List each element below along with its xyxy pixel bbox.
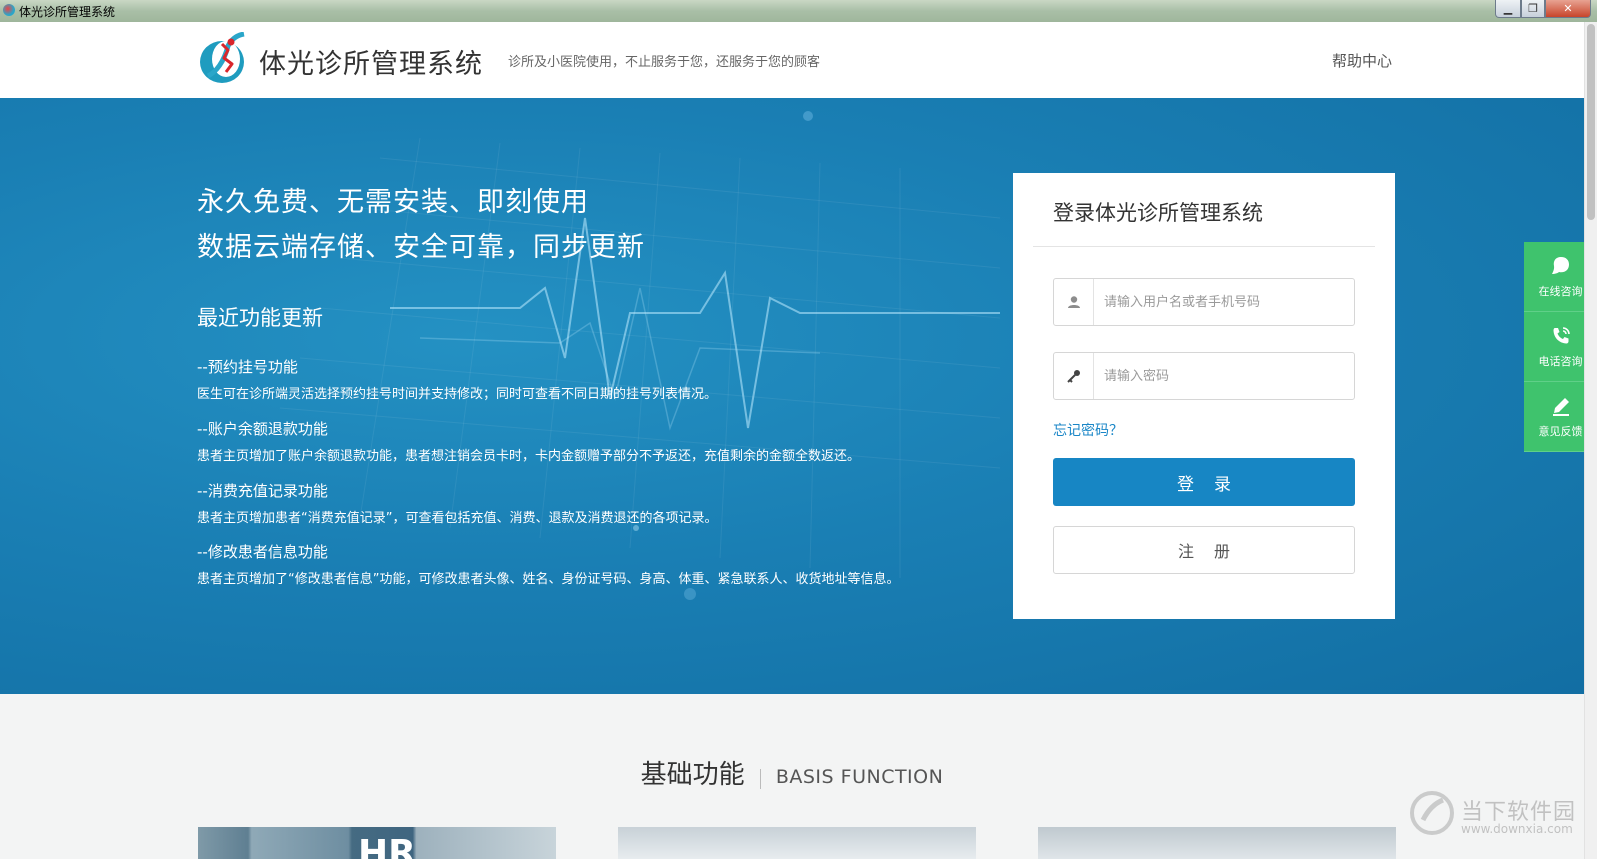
feature-card[interactable]: [1038, 827, 1396, 859]
brand-title: 体光诊所管理系统: [259, 49, 483, 80]
feature-card[interactable]: HR: [198, 827, 556, 859]
hero-heading-2: 数据云端存储、安全可靠，同步更新: [197, 232, 645, 263]
feature-card-hr-text: HR: [358, 833, 416, 859]
update-item: --消费充值记录功能 患者主页增加患者“消费充值记录”，可查看包括充值、消费、退…: [197, 480, 717, 526]
update-desc: 患者主页增加了“修改患者信息”功能，可修改患者头像、姓名、身份证号码、身高、体重…: [197, 572, 900, 587]
feature-card[interactable]: [618, 827, 976, 859]
scrollbar-thumb[interactable]: [1587, 24, 1595, 220]
brand-slogan: 诊所及小医院使用，不止服务于您，还服务于您的顾客: [508, 55, 821, 70]
watermark: 当下软件园 www.downxia.com: [1409, 790, 1579, 840]
username-input[interactable]: [1104, 291, 1344, 313]
features-title-separator: [759, 768, 761, 789]
update-name: --修改患者信息功能: [197, 543, 328, 561]
watermark-en: www.downxia.com: [1461, 822, 1573, 836]
update-name: --预约挂号功能: [197, 358, 298, 376]
side-item-label: 电话咨询: [1538, 354, 1583, 368]
hero-heading-1: 永久免费、无需安装、即刻使用: [197, 187, 589, 218]
maximize-button[interactable]: ❐: [1521, 0, 1545, 18]
update-name: --账户余额退款功能: [197, 420, 328, 438]
update-desc: 患者主页增加患者“消费充值记录”，可查看包括充值、消费、退款及消费退还的各项记录…: [197, 511, 718, 526]
side-item-label: 意见反馈: [1538, 424, 1583, 438]
password-field: [1053, 352, 1355, 400]
app-icon: [3, 4, 15, 16]
close-button[interactable]: ✕: [1545, 0, 1591, 18]
minimize-button[interactable]: ▁: [1495, 0, 1521, 18]
update-name: --消费充值记录功能: [197, 482, 328, 500]
login-card: 登录体光诊所管理系统 忘记密码？ 登录 注册: [1013, 173, 1395, 619]
update-desc: 医生可在诊所端灵活选择预约挂号时间并支持修改；同时可查看不同日期的挂号列表情况。: [197, 387, 718, 402]
window-title-bar: 体光诊所管理系统 ▁ ❐ ✕: [0, 0, 1597, 22]
update-item: --账户余额退款功能 患者主页增加了账户余额退款功能，患者想注销会员卡时，卡内金…: [197, 418, 860, 464]
window-controls: ▁ ❐ ✕: [1495, 0, 1591, 18]
update-desc: 患者主页增加了账户余额退款功能，患者想注销会员卡时，卡内金额赠予部分不予返还，充…: [197, 449, 861, 464]
updates-title: 最近功能更新: [197, 306, 323, 330]
chat-bubble-icon: [1551, 256, 1569, 274]
login-button[interactable]: 登录: [1053, 458, 1355, 506]
clinic-logo-icon: [200, 32, 245, 83]
site-header: 体光诊所管理系统 诊所及小医院使用，不止服务于您，还服务于您的顾客 帮助中心: [0, 22, 1584, 98]
user-icon: [1054, 279, 1094, 325]
password-input[interactable]: [1104, 365, 1344, 387]
login-divider: [1033, 246, 1375, 247]
features-title-en: BASIS FUNCTION: [775, 766, 944, 788]
features-title: 基础功能 BASIS FUNCTION: [0, 754, 1584, 791]
update-item: --修改患者信息功能 患者主页增加了“修改患者信息”功能，可修改患者头像、姓名、…: [197, 541, 899, 587]
vertical-scrollbar[interactable]: [1584, 22, 1597, 859]
help-center-link[interactable]: 帮助中心: [1332, 50, 1392, 71]
phone-icon: [1553, 326, 1570, 343]
pencil-icon: [1552, 397, 1569, 416]
window-title: 体光诊所管理系统: [19, 5, 116, 19]
watermark-logo-icon: [1410, 791, 1454, 835]
features-title-cn: 基础功能: [640, 760, 745, 790]
login-title: 登录体光诊所管理系统: [1053, 201, 1263, 225]
register-button[interactable]: 注册: [1053, 526, 1355, 574]
key-icon: [1054, 353, 1094, 399]
username-field: [1053, 278, 1355, 326]
side-item-label: 在线咨询: [1538, 284, 1583, 298]
forgot-password-link[interactable]: 忘记密码？: [1053, 420, 1123, 440]
update-item: --预约挂号功能 医生可在诊所端灵活选择预约挂号时间并支持修改；同时可查看不同日…: [197, 356, 717, 402]
